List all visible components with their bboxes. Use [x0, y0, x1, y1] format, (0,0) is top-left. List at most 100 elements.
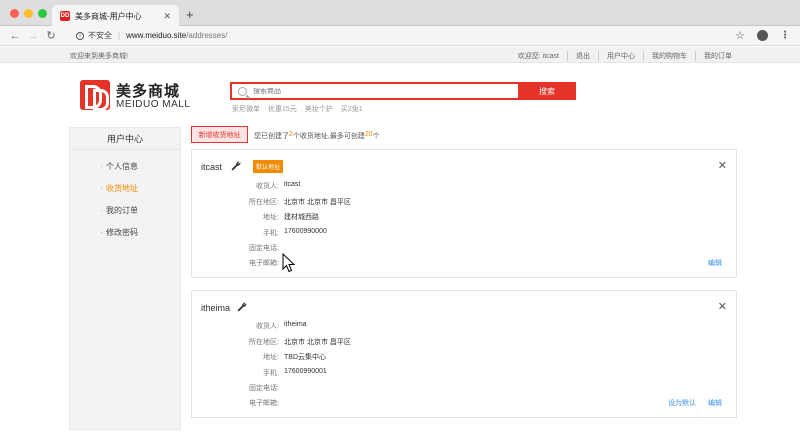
edit-address-link[interactable]: 编辑: [708, 398, 722, 408]
add-address-button[interactable]: 新增收货地址: [191, 126, 248, 143]
address-title: itheima: [201, 303, 231, 313]
hot-words: 索尼微单 优惠15元 美妆个护 买2免1: [232, 104, 363, 114]
sidebar-item-orders[interactable]: 我的订单: [70, 200, 180, 222]
sidebar-item-password[interactable]: 修改密码: [70, 222, 180, 244]
orders-link[interactable]: 我的订单: [695, 51, 740, 61]
tab-title: 美多商城-用户中心: [75, 11, 142, 21]
address-card: itcast 默认地址 ✕ 收货人: itcast 所在地区: 北京市 北京市 …: [191, 149, 737, 278]
address-row-region: 所在地区: 北京市 北京市 昌平区: [192, 197, 351, 208]
hot-word-link[interactable]: 索尼微单: [232, 104, 260, 114]
back-arrow-icon[interactable]: ←: [8, 30, 22, 42]
insecure-label[interactable]: 不安全: [88, 30, 112, 41]
favicon-icon: DD: [60, 11, 70, 21]
search-box: [230, 82, 520, 100]
address-row-mobile: 手机: 17600990001: [192, 368, 327, 379]
greeting-text: 欢迎您: itcast: [517, 53, 559, 60]
row-label: 所在地区:: [249, 199, 279, 206]
edit-title-wrench-icon[interactable]: [236, 301, 248, 313]
row-label: 固定电话:: [249, 385, 279, 392]
url-separator: |: [118, 31, 121, 40]
address-row-receiver: 收货人: itcast: [192, 181, 300, 192]
address-row-tel: 固定电话:: [192, 383, 284, 394]
row-value: TBD云集中心: [284, 354, 326, 361]
mouse-cursor-icon: [282, 253, 296, 273]
delete-address-close-icon[interactable]: ✕: [718, 159, 727, 172]
address-row-tel: 固定电话:: [192, 243, 284, 254]
sidebar-item-addresses[interactable]: 收货地址: [70, 178, 180, 200]
logout-link[interactable]: 退出: [567, 51, 598, 61]
hot-word-link[interactable]: 美妆个护: [305, 104, 333, 114]
minimize-window-button[interactable]: [24, 9, 33, 18]
info-icon[interactable]: i: [76, 31, 84, 40]
sidebar-title: 用户中心: [70, 128, 180, 150]
browser-tabbar: DD 美多商城-用户中心 ✕ +: [0, 0, 800, 27]
bookmark-star-icon[interactable]: ☆: [735, 29, 745, 42]
row-label: 固定电话:: [249, 245, 279, 252]
address-row-email: 电子邮箱:: [192, 398, 284, 409]
forward-arrow-icon[interactable]: →: [26, 30, 40, 42]
url-host[interactable]: www.meiduo.site: [126, 31, 186, 40]
row-label: 地址:: [263, 354, 279, 361]
site-topbar: 欢迎来到美多商城! 欢迎您: itcast 退出 用户中心 我的购物车 我的订单: [0, 47, 800, 63]
welcome-text: 欢迎来到美多商城!: [70, 53, 128, 60]
row-label: 收货人:: [256, 323, 279, 330]
address-row-mobile: 手机: 17600990000: [192, 228, 327, 239]
address-row-receiver: 收货人: itheima: [192, 321, 307, 332]
address-card: itheima ✕ 收货人: itheima 所在地区: 北京市 北京市 昌平区…: [191, 290, 737, 418]
count-suffix: 个: [372, 133, 380, 140]
row-value: 北京市 北京市 昌平区: [284, 339, 351, 346]
row-value: 17600990001: [284, 368, 327, 375]
default-address-badge: 默认地址: [253, 160, 284, 173]
row-label: 电子邮箱:: [249, 260, 279, 267]
row-label: 手机:: [263, 230, 279, 237]
tab-close-icon[interactable]: ✕: [163, 11, 171, 22]
maximize-window-button[interactable]: [38, 9, 47, 18]
row-label: 电子邮箱:: [249, 400, 279, 407]
url-path[interactable]: /addresses/: [186, 31, 227, 40]
profile-icon[interactable]: [757, 30, 768, 41]
count-max: 20: [364, 131, 373, 138]
address-bar: ← → ↻ i 不安全 | www.meiduo.site /addresses…: [0, 26, 800, 46]
top-links: 欢迎您: itcast 退出 用户中心 我的购物车 我的订单: [510, 51, 740, 61]
kebab-menu-icon[interactable]: ⋮: [780, 30, 790, 41]
edit-address-link[interactable]: 编辑: [708, 258, 722, 268]
logo-en-text[interactable]: MEIDUO MALL: [116, 99, 190, 110]
sidebar-item-profile[interactable]: 个人信息: [70, 156, 180, 178]
row-value: 北京市 北京市 昌平区: [284, 199, 351, 206]
address-row-place: 地址: TBD云集中心: [192, 352, 326, 363]
count-prefix: 您已创建了: [254, 133, 289, 140]
logo-icon[interactable]: [80, 80, 110, 111]
row-value: 建材城西路: [284, 214, 319, 221]
hot-word-link[interactable]: 优惠15元: [268, 104, 297, 114]
row-value: itheima: [284, 321, 307, 328]
address-row-email: 电子邮箱:: [192, 258, 284, 269]
hot-word-link[interactable]: 买2免1: [341, 104, 363, 114]
close-window-button[interactable]: [10, 9, 19, 18]
cart-link[interactable]: 我的购物车: [643, 51, 695, 61]
edit-title-wrench-icon[interactable]: [230, 160, 242, 172]
card-actions: 编辑: [708, 258, 722, 268]
set-default-link[interactable]: 设为默认: [668, 398, 696, 408]
logo-cn-text[interactable]: 美多商城: [116, 80, 180, 101]
row-value: 17600990000: [284, 228, 327, 235]
row-label: 所在地区:: [249, 339, 279, 346]
row-value: itcast: [284, 181, 301, 188]
user-center-link[interactable]: 用户中心: [598, 51, 643, 61]
user-sidebar: 用户中心 个人信息 收货地址 我的订单 修改密码: [69, 127, 181, 430]
address-title: itcast: [201, 162, 223, 172]
reload-icon[interactable]: ↻: [44, 29, 58, 42]
row-label: 地址:: [263, 214, 279, 221]
search-button[interactable]: 搜索: [518, 82, 576, 100]
address-count-text: 您已创建了 2 个收货地址,最多可创建 20 个: [254, 131, 380, 141]
address-row-place: 地址: 建材城西路: [192, 212, 319, 223]
delete-address-close-icon[interactable]: ✕: [718, 300, 727, 313]
search-input[interactable]: [253, 87, 493, 95]
search-icon: [238, 86, 247, 96]
row-label: 手机:: [263, 370, 279, 377]
browser-tab[interactable]: DD 美多商城-用户中心 ✕: [52, 5, 179, 27]
count-middle: 个收货地址,最多可创建: [292, 133, 365, 140]
card-actions: 设为默认 编辑: [668, 398, 722, 408]
address-row-region: 所在地区: 北京市 北京市 昌平区: [192, 337, 351, 348]
new-tab-button[interactable]: +: [186, 7, 194, 22]
row-label: 收货人:: [256, 183, 279, 190]
